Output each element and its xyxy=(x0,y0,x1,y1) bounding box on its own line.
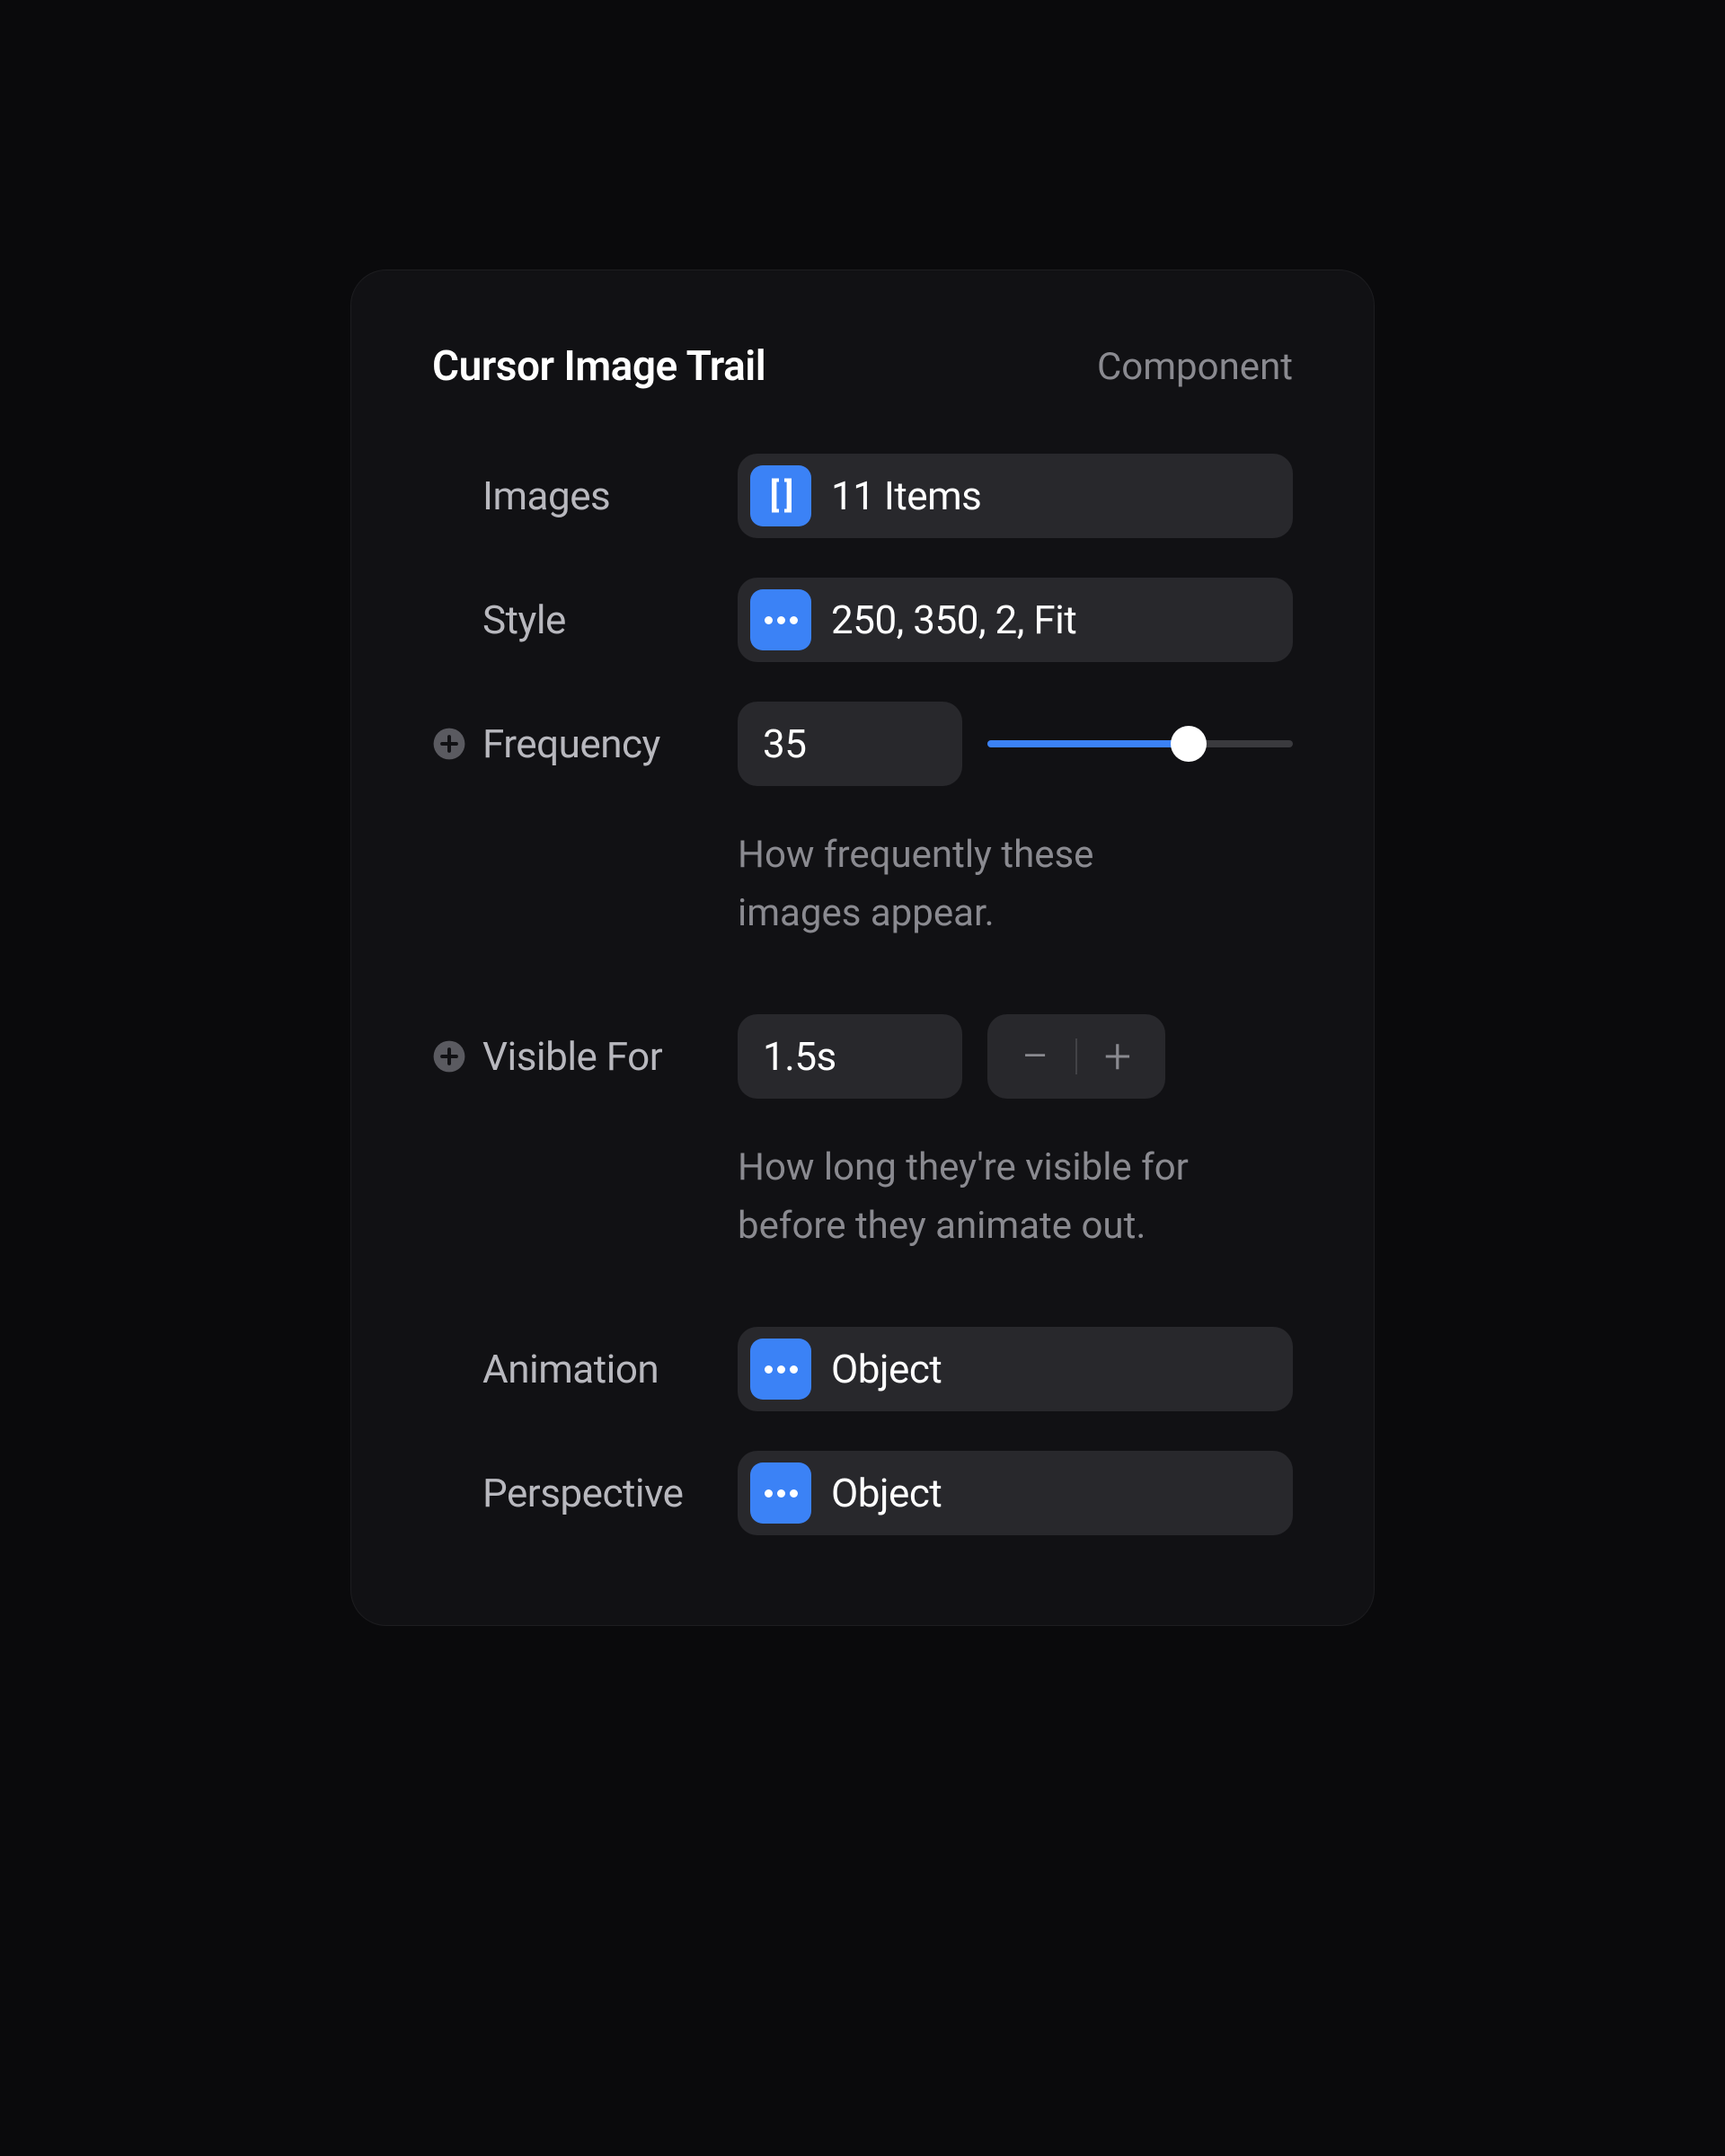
array-icon xyxy=(750,465,811,526)
animation-value-chip[interactable]: Object xyxy=(738,1327,1293,1411)
visible-for-help: How long they're visible for before they… xyxy=(738,1138,1223,1255)
slider-fill xyxy=(987,740,1189,747)
ellipsis-icon xyxy=(750,1339,811,1400)
properties-panel: Cursor Image Trail Component Images 11 I… xyxy=(350,270,1375,1626)
row-style: Style 250, 350, 2, Fit xyxy=(432,578,1293,662)
perspective-value: Object xyxy=(831,1470,942,1516)
row-visible-for: Visible For 1.5s − + xyxy=(432,1014,1293,1099)
increment-button[interactable]: + xyxy=(1077,1014,1158,1099)
animation-value: Object xyxy=(831,1346,942,1392)
style-value-chip[interactable]: 250, 350, 2, Fit xyxy=(738,578,1293,662)
row-images: Images 11 Items xyxy=(432,454,1293,538)
panel-title: Cursor Image Trail xyxy=(432,342,765,391)
style-label: Style xyxy=(482,596,566,643)
visible-for-label: Visible For xyxy=(482,1033,662,1080)
add-icon[interactable] xyxy=(432,727,466,761)
frequency-input[interactable]: 35 xyxy=(738,702,962,786)
perspective-value-chip[interactable]: Object xyxy=(738,1451,1293,1535)
frequency-value: 35 xyxy=(763,720,806,767)
panel-header: Cursor Image Trail Component xyxy=(432,342,1293,391)
images-value-chip[interactable]: 11 Items xyxy=(738,454,1293,538)
images-value: 11 Items xyxy=(831,473,981,519)
animation-label: Animation xyxy=(482,1346,659,1392)
style-value: 250, 350, 2, Fit xyxy=(831,596,1076,643)
images-label: Images xyxy=(482,473,610,519)
frequency-help: How frequently these images appear. xyxy=(738,826,1223,942)
add-icon[interactable] xyxy=(432,1039,466,1074)
visible-for-stepper: − + xyxy=(987,1014,1165,1099)
row-perspective: Perspective Object xyxy=(432,1451,1293,1535)
visible-for-value: 1.5s xyxy=(763,1033,836,1080)
slider-thumb[interactable] xyxy=(1171,726,1207,762)
row-frequency: Frequency 35 xyxy=(432,702,1293,786)
visible-for-input[interactable]: 1.5s xyxy=(738,1014,962,1099)
ellipsis-icon xyxy=(750,1462,811,1524)
row-animation: Animation Object xyxy=(432,1327,1293,1411)
ellipsis-icon xyxy=(750,589,811,650)
decrement-button[interactable]: − xyxy=(995,1014,1075,1099)
frequency-slider[interactable] xyxy=(987,702,1293,786)
perspective-label: Perspective xyxy=(482,1470,683,1516)
panel-type-label: Component xyxy=(1097,345,1293,389)
frequency-label: Frequency xyxy=(482,720,660,767)
